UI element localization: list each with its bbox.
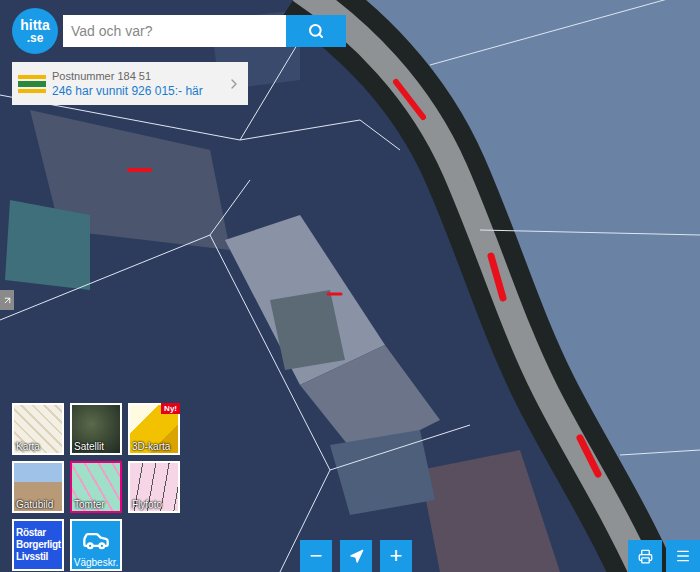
property-lines	[0, 0, 700, 572]
expand-icon	[2, 295, 13, 306]
postcode-card[interactable]: Postnummer 184 51 246 har vunnit 926 015:…	[12, 62, 248, 105]
lifestyle-tile[interactable]: RöstarBorgerligtLivsstil	[12, 519, 64, 571]
postcode-text: Postnummer 184 51 246 har vunnit 926 015:…	[52, 70, 220, 98]
hitta-logo[interactable]: hitta.se	[12, 8, 58, 54]
tile-label: Tomter	[74, 499, 105, 510]
road	[300, 0, 650, 572]
car-icon-wrap	[82, 522, 110, 557]
map-page: hitta.se Postnummer 184 51 246 har vunnit …	[0, 0, 700, 572]
postcode-winners: 246 har vunnit 926 015:- här	[52, 84, 220, 98]
layer-tile[interactable]: Ny! 3D-karta	[128, 403, 180, 455]
zoom-controls: −+	[300, 540, 412, 572]
layer-tile[interactable]: Gatubild	[12, 461, 64, 513]
car-icon	[82, 526, 110, 554]
pool-area	[5, 200, 90, 290]
layer-tile[interactable]: Satellit	[70, 403, 122, 455]
zoom-out-button[interactable]: −	[300, 540, 332, 572]
layer-tile[interactable]: Tomter	[70, 461, 122, 513]
search-input[interactable]	[63, 15, 286, 47]
menu-button[interactable]	[666, 540, 700, 572]
house-roof	[330, 430, 435, 515]
logo-tld: .se	[27, 32, 44, 44]
tile-label: Vägbeskr.	[74, 557, 118, 568]
expand-button[interactable]	[0, 290, 14, 310]
magnifier-icon	[308, 23, 324, 39]
print-button[interactable]	[628, 540, 662, 572]
tile-text: Livsstil	[16, 551, 48, 563]
search-button[interactable]	[286, 15, 346, 47]
tile-label: Flyfoto	[132, 499, 162, 510]
right-controls	[628, 540, 700, 572]
road-verge	[300, 0, 650, 572]
top-bar: hitta.se	[12, 8, 346, 54]
postcode-title: Postnummer 184 51	[52, 70, 220, 82]
tile-label: 3D-karta	[132, 441, 170, 452]
lottery-logo-icon	[18, 73, 46, 95]
layer-tiles: Karta Satellit Ny! 3D-karta Gatubild Tomter Fl…	[12, 403, 180, 571]
layer-tile[interactable]: Flyfoto	[128, 461, 180, 513]
tile-text: Röstar	[16, 527, 46, 539]
locate-button[interactable]	[340, 540, 372, 572]
layer-tile[interactable]: Karta	[12, 403, 64, 455]
zoom-in-button[interactable]: +	[380, 540, 412, 572]
tile-label: Satellit	[74, 441, 104, 452]
map-marks	[129, 82, 598, 474]
directions-tile[interactable]: Vägbeskr.	[70, 519, 122, 571]
terrace	[270, 290, 345, 370]
tile-text: Borgerligt	[16, 539, 61, 551]
tile-label: Gatubild	[16, 499, 53, 510]
new-badge: Ny!	[161, 403, 180, 414]
house-roof	[420, 450, 560, 572]
locate-arrow-icon	[349, 549, 364, 564]
menu-icon	[675, 548, 691, 564]
printer-icon	[638, 549, 653, 564]
tile-label: Karta	[16, 441, 40, 452]
logo-name: hitta	[20, 18, 50, 32]
search-box	[63, 15, 346, 47]
chevron-right-icon	[226, 76, 242, 92]
